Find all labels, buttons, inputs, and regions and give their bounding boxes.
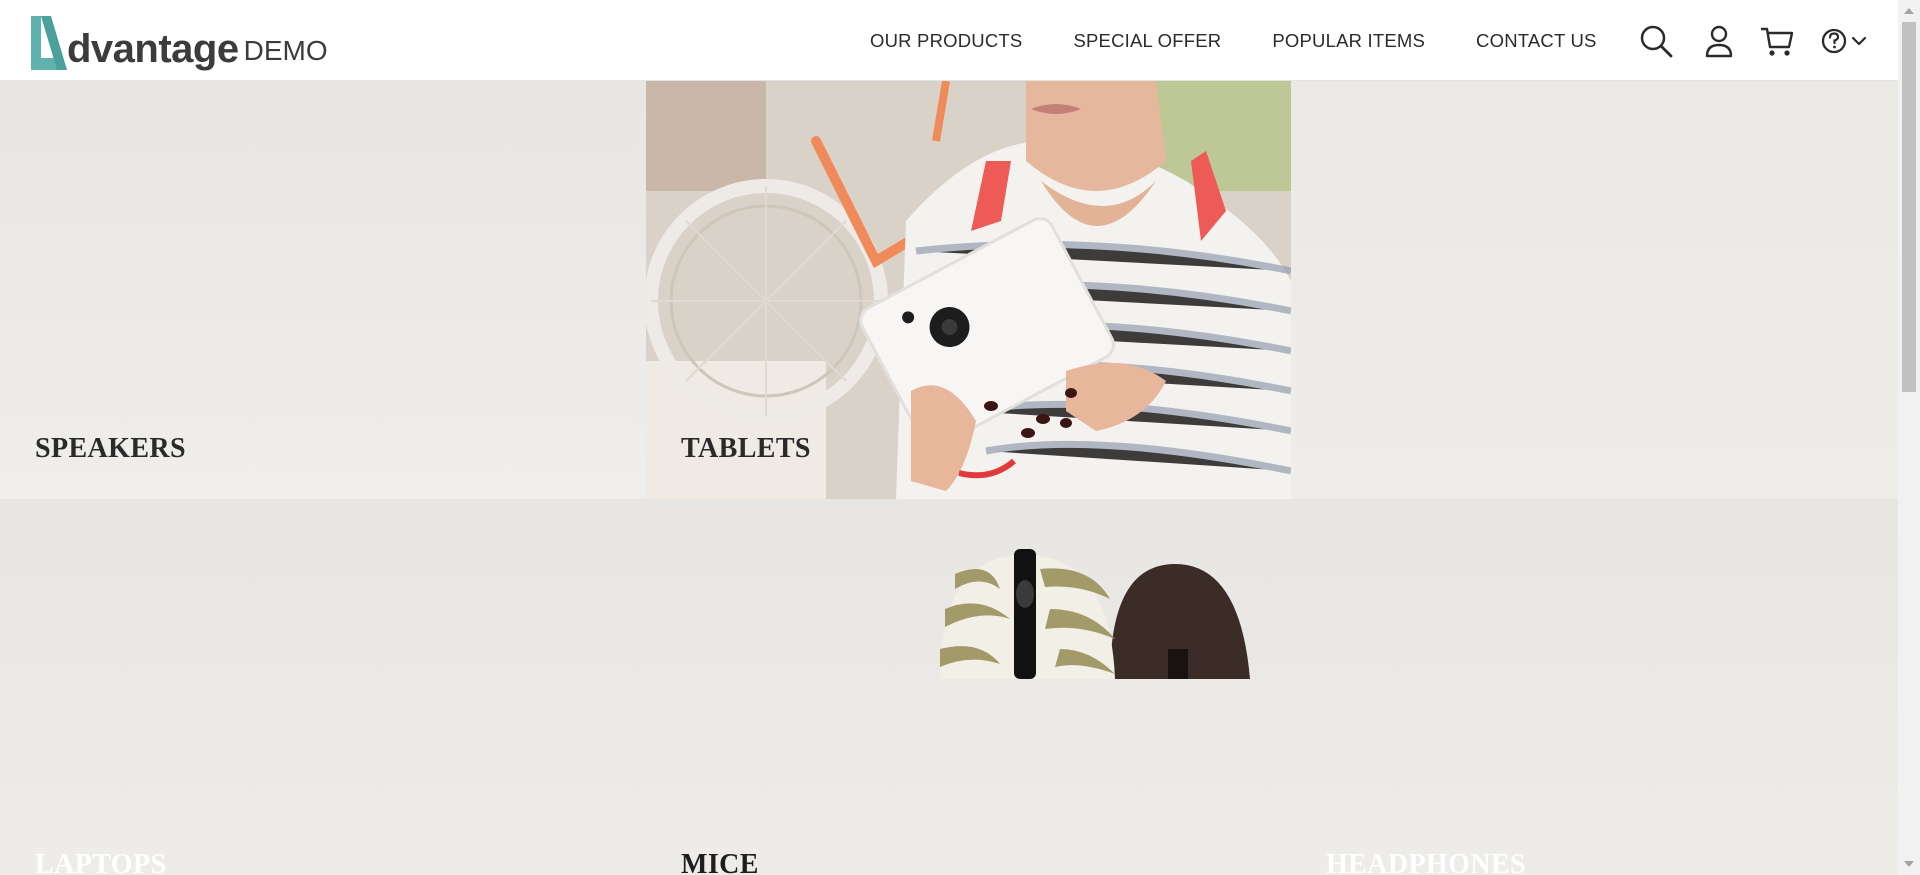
scroll-thumb[interactable] bbox=[1902, 22, 1916, 392]
cart-icon[interactable] bbox=[1758, 22, 1796, 60]
scroll-up-arrow-icon[interactable] bbox=[1904, 8, 1914, 14]
category-tablets[interactable]: TABLETS bbox=[646, 81, 1291, 499]
help-icon[interactable] bbox=[1819, 22, 1849, 60]
site-header: dvantage DEMO OUR PRODUCTS SPECIAL OFFER… bbox=[0, 0, 1898, 81]
logo-word: dvantage bbox=[67, 27, 239, 71]
nav-our-products[interactable]: OUR PRODUCTS bbox=[870, 30, 1022, 52]
category-label-speakers: SPEAKERS bbox=[35, 433, 187, 464]
category-label-tablets: TABLETS bbox=[681, 433, 811, 464]
page-scrollbar[interactable] bbox=[1898, 0, 1920, 875]
nav-popular-items[interactable]: POPULAR ITEMS bbox=[1272, 30, 1425, 52]
category-mice[interactable]: MICE bbox=[646, 499, 1291, 875]
search-icon[interactable] bbox=[1637, 22, 1675, 60]
category-headphones[interactable]: HEADPHONES bbox=[1291, 499, 1898, 875]
logo-mark-icon bbox=[31, 16, 67, 70]
category-speakers[interactable]: SPEAKERS bbox=[0, 81, 646, 499]
category-label-headphones: HEADPHONES bbox=[1326, 849, 1527, 875]
scroll-down-arrow-icon[interactable] bbox=[1904, 861, 1914, 867]
category-tile-empty bbox=[1291, 81, 1898, 499]
category-row-bottom: LAPTOPS MICE HEADPHONES bbox=[0, 499, 1898, 875]
category-label-laptops: LAPTOPS bbox=[35, 849, 167, 875]
chevron-down-icon[interactable] bbox=[1851, 22, 1867, 60]
nav-contact-us[interactable]: CONTACT US bbox=[1476, 30, 1597, 52]
logo-demo: DEMO bbox=[243, 35, 328, 66]
category-label-mice: MICE bbox=[681, 849, 759, 875]
logo[interactable]: dvantage DEMO bbox=[29, 12, 328, 72]
mice-hero-image bbox=[940, 549, 1250, 679]
main-nav: OUR PRODUCTS SPECIAL OFFER POPULAR ITEMS… bbox=[870, 0, 1597, 81]
nav-special-offer[interactable]: SPECIAL OFFER bbox=[1073, 30, 1221, 52]
category-laptops[interactable]: LAPTOPS bbox=[0, 499, 646, 875]
user-icon[interactable] bbox=[1700, 22, 1738, 60]
